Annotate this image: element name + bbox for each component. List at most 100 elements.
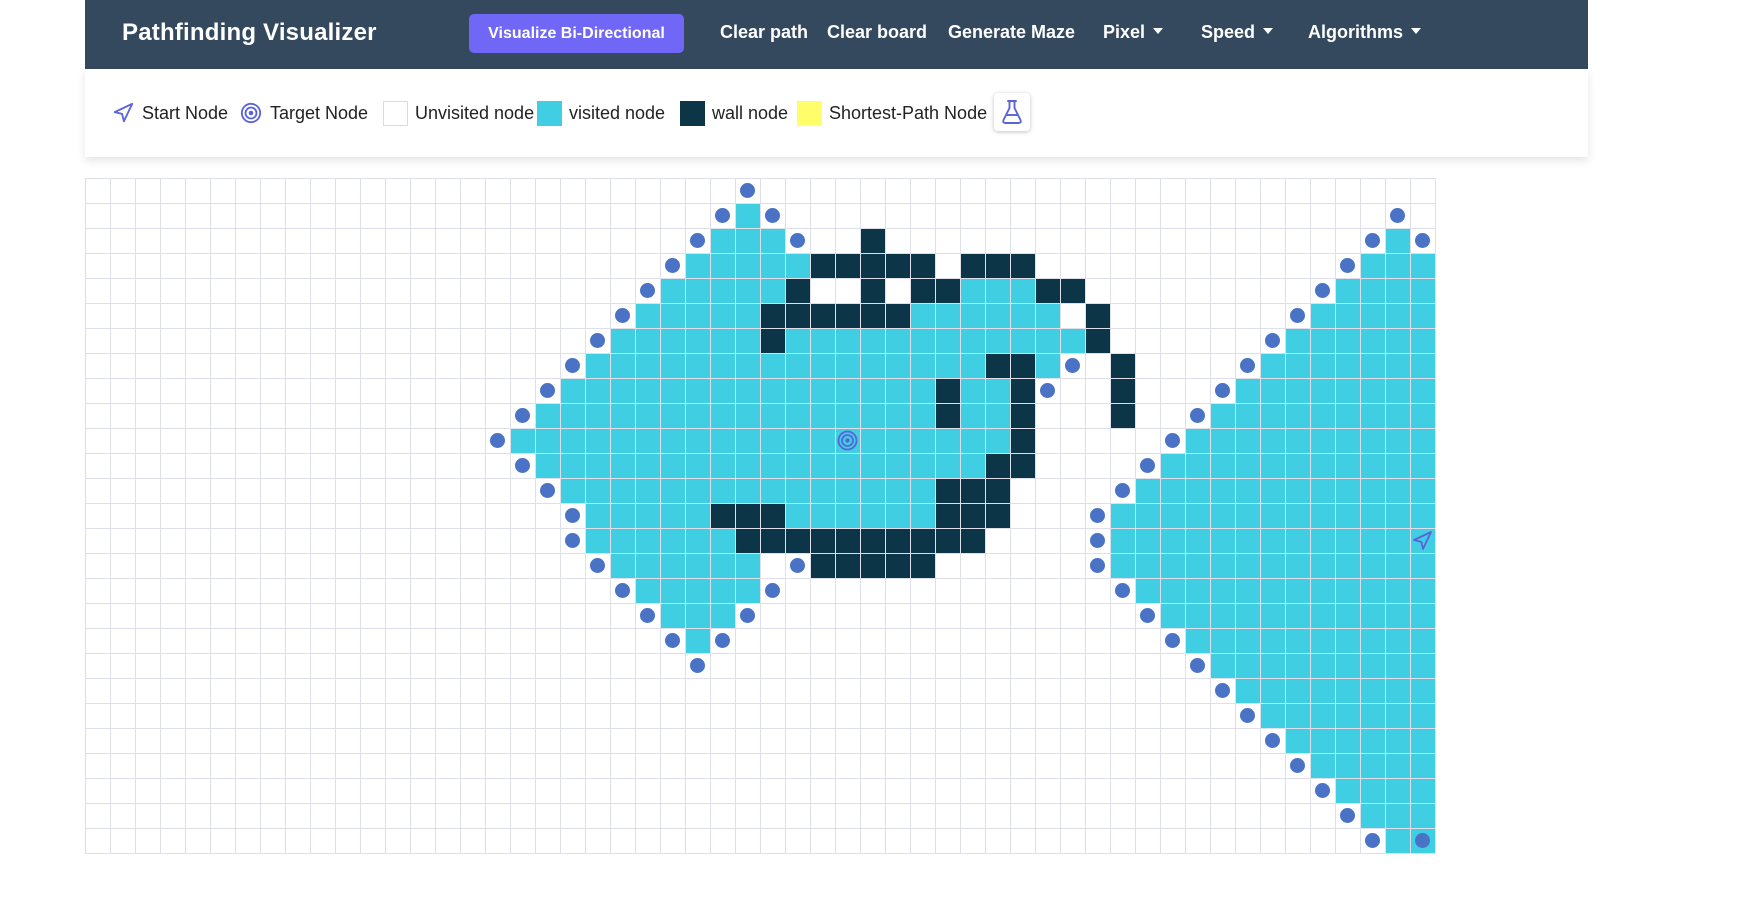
- visited-cell[interactable]: [860, 378, 885, 403]
- visited-cell[interactable]: [585, 478, 610, 503]
- visited-cell[interactable]: [935, 303, 960, 328]
- visited-cell[interactable]: [1110, 528, 1135, 553]
- visited-cell[interactable]: [635, 453, 660, 478]
- frontier-node[interactable]: [740, 608, 755, 623]
- visited-cell[interactable]: [1285, 678, 1310, 703]
- frontier-node[interactable]: [1365, 233, 1380, 248]
- visited-cell[interactable]: [960, 278, 985, 303]
- visited-cell[interactable]: [1235, 428, 1260, 453]
- visited-cell[interactable]: [1360, 478, 1385, 503]
- visited-cell[interactable]: [735, 578, 760, 603]
- visited-cell[interactable]: [1060, 328, 1085, 353]
- visited-cell[interactable]: [1210, 503, 1235, 528]
- visited-cell[interactable]: [810, 503, 835, 528]
- visited-cell[interactable]: [1285, 703, 1310, 728]
- visited-cell[interactable]: [685, 553, 710, 578]
- visited-cell[interactable]: [685, 478, 710, 503]
- visited-cell[interactable]: [1310, 303, 1335, 328]
- visited-cell[interactable]: [560, 453, 585, 478]
- visited-cell[interactable]: [1285, 478, 1310, 503]
- visited-cell[interactable]: [1235, 628, 1260, 653]
- visited-cell[interactable]: [1385, 503, 1410, 528]
- visited-cell[interactable]: [710, 428, 735, 453]
- visited-cell[interactable]: [735, 428, 760, 453]
- visited-cell[interactable]: [1335, 453, 1360, 478]
- visited-cell[interactable]: [685, 328, 710, 353]
- visited-cell[interactable]: [1260, 578, 1285, 603]
- wall-cell[interactable]: [935, 378, 960, 403]
- frontier-node[interactable]: [1265, 733, 1280, 748]
- visited-cell[interactable]: [1160, 553, 1185, 578]
- frontier-node[interactable]: [1165, 633, 1180, 648]
- visited-cell[interactable]: [710, 578, 735, 603]
- visited-cell[interactable]: [1410, 603, 1435, 628]
- visited-cell[interactable]: [1260, 678, 1285, 703]
- visited-cell[interactable]: [1385, 703, 1410, 728]
- app-title[interactable]: Pathfinding Visualizer: [122, 19, 377, 47]
- visited-cell[interactable]: [585, 528, 610, 553]
- visited-cell[interactable]: [685, 503, 710, 528]
- visited-cell[interactable]: [810, 453, 835, 478]
- visited-cell[interactable]: [1335, 378, 1360, 403]
- frontier-node[interactable]: [690, 233, 705, 248]
- wall-cell[interactable]: [760, 503, 785, 528]
- visited-cell[interactable]: [1335, 703, 1360, 728]
- visited-cell[interactable]: [1310, 678, 1335, 703]
- visited-cell[interactable]: [1210, 478, 1235, 503]
- visited-cell[interactable]: [1185, 628, 1210, 653]
- visited-cell[interactable]: [660, 328, 685, 353]
- wall-cell[interactable]: [760, 528, 785, 553]
- visited-cell[interactable]: [1310, 578, 1335, 603]
- visited-cell[interactable]: [1360, 253, 1385, 278]
- visited-cell[interactable]: [1210, 453, 1235, 478]
- visited-cell[interactable]: [735, 303, 760, 328]
- visited-cell[interactable]: [610, 503, 635, 528]
- visited-cell[interactable]: [835, 478, 860, 503]
- visited-cell[interactable]: [1235, 378, 1260, 403]
- frontier-node[interactable]: [565, 358, 580, 373]
- wall-cell[interactable]: [885, 528, 910, 553]
- wall-cell[interactable]: [735, 528, 760, 553]
- visited-cell[interactable]: [1385, 253, 1410, 278]
- visited-cell[interactable]: [610, 403, 635, 428]
- visited-cell[interactable]: [1385, 328, 1410, 353]
- visited-cell[interactable]: [685, 253, 710, 278]
- visited-cell[interactable]: [610, 378, 635, 403]
- visited-cell[interactable]: [985, 278, 1010, 303]
- visited-cell[interactable]: [1035, 353, 1060, 378]
- wall-cell[interactable]: [935, 503, 960, 528]
- visited-cell[interactable]: [1260, 653, 1285, 678]
- visited-cell[interactable]: [960, 328, 985, 353]
- visited-cell[interactable]: [1335, 528, 1360, 553]
- visited-cell[interactable]: [1360, 653, 1385, 678]
- visited-cell[interactable]: [1285, 578, 1310, 603]
- frontier-node[interactable]: [1090, 558, 1105, 573]
- frontier-node[interactable]: [1365, 833, 1380, 848]
- frontier-node[interactable]: [1140, 458, 1155, 473]
- visited-cell[interactable]: [1285, 603, 1310, 628]
- visited-cell[interactable]: [910, 303, 935, 328]
- visited-cell[interactable]: [1010, 303, 1035, 328]
- wall-cell[interactable]: [960, 478, 985, 503]
- visited-cell[interactable]: [1335, 578, 1360, 603]
- visited-cell[interactable]: [985, 328, 1010, 353]
- wall-cell[interactable]: [985, 503, 1010, 528]
- frontier-node[interactable]: [615, 583, 630, 598]
- visited-cell[interactable]: [935, 428, 960, 453]
- visited-cell[interactable]: [735, 353, 760, 378]
- frontier-node[interactable]: [1215, 683, 1230, 698]
- visited-cell[interactable]: [1310, 728, 1335, 753]
- visited-cell[interactable]: [935, 453, 960, 478]
- visited-cell[interactable]: [1385, 778, 1410, 803]
- visited-cell[interactable]: [1260, 403, 1285, 428]
- visited-cell[interactable]: [710, 303, 735, 328]
- visited-cell[interactable]: [985, 303, 1010, 328]
- wall-cell[interactable]: [1010, 453, 1035, 478]
- wall-cell[interactable]: [860, 553, 885, 578]
- visited-cell[interactable]: [1185, 478, 1210, 503]
- visited-cell[interactable]: [1210, 628, 1235, 653]
- visited-cell[interactable]: [1260, 428, 1285, 453]
- visited-cell[interactable]: [810, 478, 835, 503]
- visited-cell[interactable]: [1385, 653, 1410, 678]
- visited-cell[interactable]: [1210, 428, 1235, 453]
